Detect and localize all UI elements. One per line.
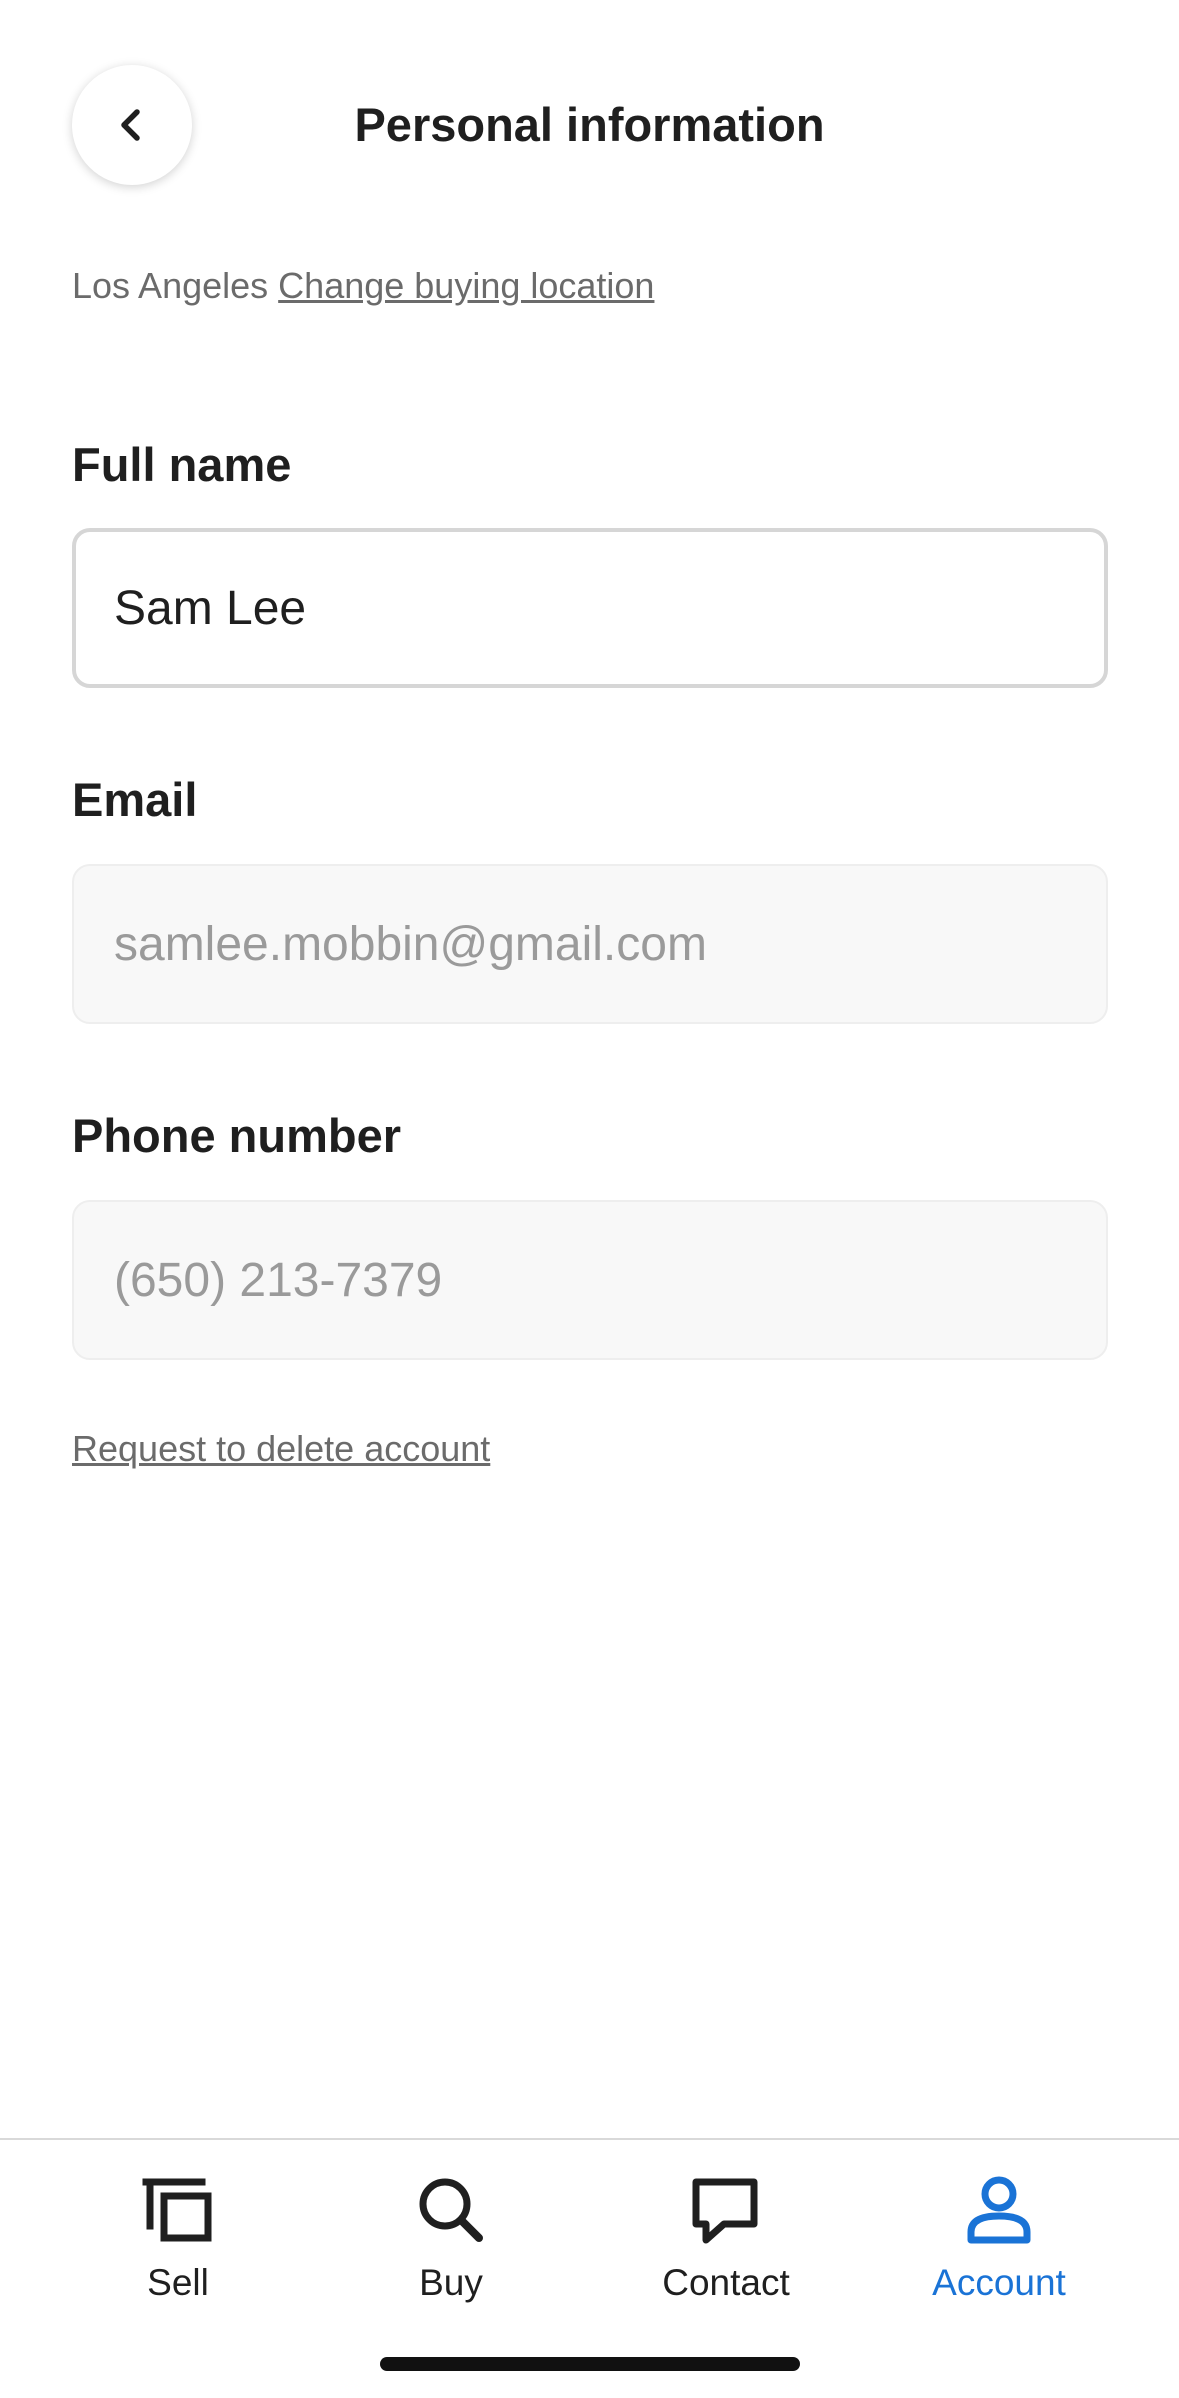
- search-icon: [419, 2178, 483, 2242]
- full-name-input[interactable]: Sam Lee: [72, 528, 1108, 688]
- person-icon: [967, 2176, 1031, 2244]
- tab-contact[interactable]: Contact: [591, 2170, 861, 2320]
- full-name-value: Sam Lee: [114, 581, 307, 635]
- email-label: Email: [72, 773, 198, 826]
- email-value: samlee.mobbin@gmail.com: [114, 917, 707, 971]
- layers-icon: [142, 2178, 212, 2242]
- tab-buy-label: Buy: [419, 2262, 483, 2303]
- phone-number-field[interactable]: (650) 213-7379: [72, 1200, 1108, 1360]
- tab-sell[interactable]: Sell: [43, 2170, 313, 2320]
- change-buying-location-link[interactable]: Change buying location: [278, 265, 654, 306]
- tab-contact-label: Contact: [662, 2262, 790, 2303]
- phone-number-value: (650) 213-7379: [114, 1253, 443, 1307]
- phone-number-label: Phone number: [72, 1109, 402, 1162]
- request-delete-account-link[interactable]: Request to delete account: [72, 1425, 490, 1473]
- home-indicator: [380, 2357, 800, 2371]
- buying-location: Los Angeles Change buying location: [72, 262, 654, 310]
- tab-sell-label: Sell: [147, 2262, 209, 2303]
- tab-account[interactable]: Account: [864, 2170, 1134, 2320]
- email-field[interactable]: samlee.mobbin@gmail.com: [72, 864, 1108, 1024]
- tab-buy[interactable]: Buy: [316, 2170, 586, 2320]
- full-name-label: Full name: [72, 438, 292, 491]
- tab-account-label: Account: [932, 2262, 1066, 2303]
- location-city: Los Angeles: [72, 265, 269, 306]
- header: Personal information: [0, 0, 1179, 250]
- chat-bubble-icon: [692, 2178, 758, 2244]
- page-title: Personal information: [354, 98, 825, 151]
